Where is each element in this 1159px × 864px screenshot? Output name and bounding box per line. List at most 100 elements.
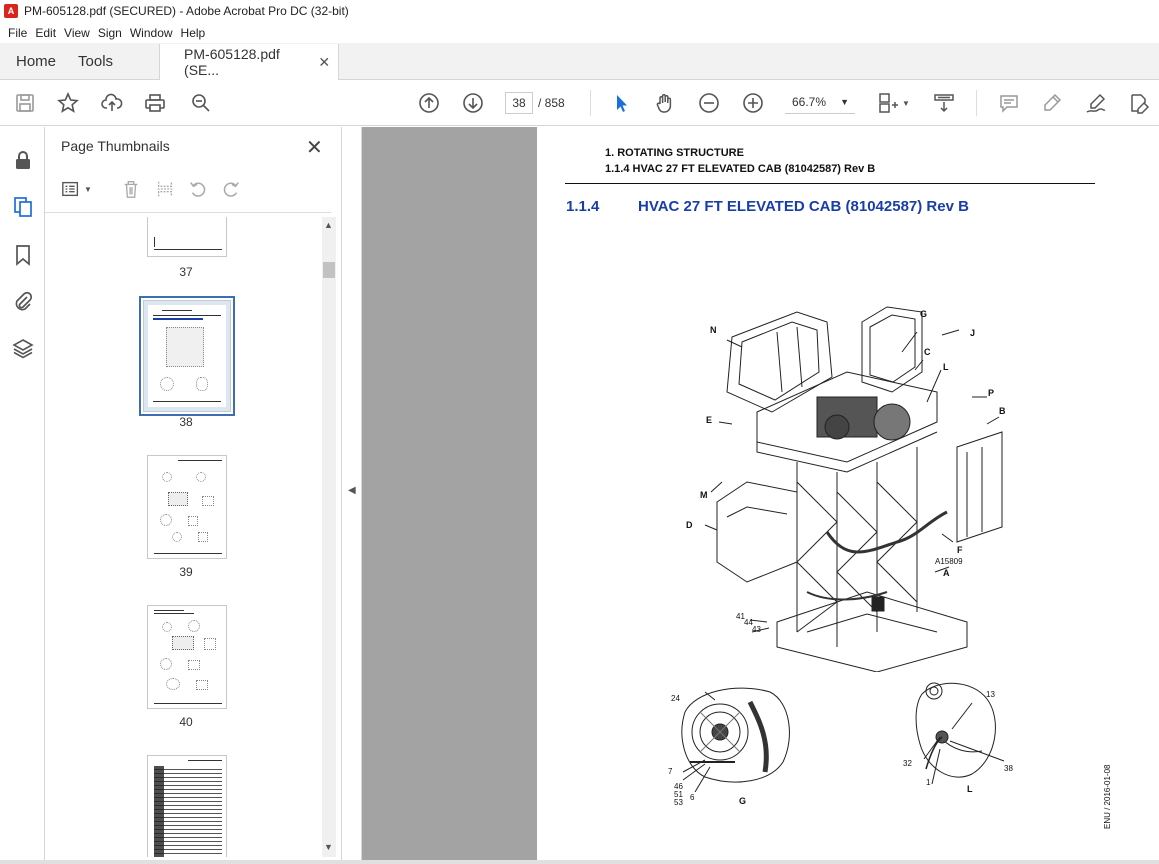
panel-title: Page Thumbnails bbox=[61, 138, 170, 154]
callout-7: 7 bbox=[668, 767, 673, 776]
callout-13: 13 bbox=[986, 690, 995, 699]
page-total: / 858 bbox=[538, 96, 565, 110]
menu-window[interactable]: Window bbox=[130, 26, 173, 40]
status-strip bbox=[0, 860, 1159, 864]
callout-C: C bbox=[924, 347, 931, 357]
page-number-input[interactable]: 38 bbox=[505, 92, 533, 114]
header-rule bbox=[565, 183, 1095, 184]
callout-A: A bbox=[943, 568, 950, 578]
toolbar-divider bbox=[976, 90, 977, 116]
save-icon[interactable] bbox=[13, 91, 37, 115]
thumbnail-label: 38 bbox=[179, 415, 193, 429]
callout-32: 32 bbox=[903, 759, 912, 768]
rotate-left-icon[interactable] bbox=[186, 177, 210, 201]
close-panel-icon[interactable]: ✕ bbox=[306, 135, 323, 160]
document-date-note: ENU / 2016-01-08 bbox=[1103, 764, 1112, 829]
zoom-level-select[interactable]: 66.7% ▼ bbox=[785, 92, 855, 114]
next-page-icon[interactable] bbox=[461, 91, 485, 115]
chevron-down-icon[interactable]: ▼ bbox=[900, 91, 912, 115]
sign-pen-icon[interactable] bbox=[1084, 91, 1108, 115]
chevron-down-icon: ▼ bbox=[840, 97, 849, 107]
thumbnail-page-38[interactable] bbox=[139, 296, 235, 416]
comment-icon[interactable] bbox=[997, 91, 1021, 115]
bookmark-icon[interactable] bbox=[11, 243, 35, 267]
callout-6: 6 bbox=[690, 793, 695, 802]
pdf-page: 1. ROTATING STRUCTURE 1.1.4 HVAC 27 FT E… bbox=[537, 127, 1159, 860]
page-thumbnails-icon[interactable] bbox=[11, 195, 35, 219]
thumbnail-page-41[interactable] bbox=[147, 755, 227, 857]
thumbnail-label: 39 bbox=[179, 565, 193, 579]
thumbnail-label: 40 bbox=[179, 715, 193, 729]
chevron-down-icon[interactable]: ▼ bbox=[83, 177, 93, 201]
rotate-right-icon[interactable] bbox=[219, 177, 243, 201]
running-header-section: 1.1.4 HVAC 27 FT ELEVATED CAB (81042587)… bbox=[605, 163, 876, 175]
thumbnail-label: 37 bbox=[179, 265, 193, 279]
thumbnail-page-39[interactable] bbox=[147, 455, 227, 559]
detail-g-drawing bbox=[681, 687, 790, 792]
menu-help[interactable]: Help bbox=[181, 26, 206, 40]
options-menu-icon[interactable] bbox=[59, 177, 83, 201]
zoom-search-icon[interactable] bbox=[189, 91, 213, 115]
callout-B: B bbox=[999, 406, 1006, 416]
tab-bar: Home Tools PM-605128.pdf (SE... ✕ bbox=[0, 43, 1159, 80]
menu-edit[interactable]: Edit bbox=[35, 26, 56, 40]
callout-M: M bbox=[700, 490, 708, 500]
collapse-left-icon[interactable]: ◀ bbox=[348, 485, 356, 496]
menu-bar: File Edit View Sign Window Help bbox=[0, 22, 1159, 43]
callout-E: E bbox=[706, 415, 713, 425]
tab-document-label: PM-605128.pdf (SE... bbox=[184, 46, 280, 78]
acrobat-logo-icon: A bbox=[4, 4, 18, 18]
thumbnail-page-37[interactable] bbox=[147, 217, 227, 257]
hand-tool-icon[interactable] bbox=[653, 91, 677, 115]
scrollbar-thumb[interactable] bbox=[323, 262, 335, 278]
edit-pdf-icon[interactable] bbox=[1127, 91, 1151, 115]
thumbnail-toolbar: ▼ bbox=[59, 177, 339, 203]
scroll-up-icon[interactable]: ▲ bbox=[324, 220, 333, 230]
callout-53: 53 bbox=[674, 798, 683, 807]
callout-43: 43 bbox=[752, 625, 761, 634]
callout-P: P bbox=[988, 388, 995, 398]
callout-F: F bbox=[957, 545, 963, 555]
thumbnail-scrollbar[interactable]: ▲ ▼ bbox=[322, 217, 336, 857]
detail-l-label: L bbox=[967, 784, 973, 794]
tab-tools[interactable]: Tools bbox=[64, 43, 121, 79]
delete-page-icon[interactable] bbox=[119, 177, 143, 201]
tab-document[interactable]: PM-605128.pdf (SE... ✕ bbox=[159, 44, 340, 80]
attachment-icon[interactable] bbox=[11, 289, 35, 313]
callout-24: 24 bbox=[671, 694, 680, 703]
section-number: 1.1.4 bbox=[566, 198, 600, 215]
collapse-panel-handle[interactable]: ◀ bbox=[342, 127, 362, 864]
window-title: PM-605128.pdf (SECURED) - Adobe Acrobat … bbox=[24, 4, 349, 18]
toolbar-divider bbox=[590, 90, 591, 116]
running-header-chapter: 1. ROTATING STRUCTURE bbox=[605, 147, 744, 159]
title-bar: A PM-605128.pdf (SECURED) - Adobe Acroba… bbox=[0, 0, 1159, 22]
panel-divider bbox=[45, 212, 331, 213]
upload-cloud-icon[interactable] bbox=[100, 91, 124, 115]
section-title: HVAC 27 FT ELEVATED CAB (81042587) Rev B bbox=[638, 198, 969, 215]
callout-1: 1 bbox=[926, 778, 931, 787]
scroll-down-icon[interactable]: ▼ bbox=[324, 842, 333, 852]
scroll-mode-icon[interactable] bbox=[932, 91, 956, 115]
select-cursor-icon[interactable] bbox=[609, 91, 633, 115]
drawing-reference: A15809 bbox=[935, 557, 963, 566]
extract-page-icon[interactable] bbox=[153, 177, 177, 201]
lock-icon[interactable] bbox=[11, 148, 35, 172]
menu-sign[interactable]: Sign bbox=[98, 26, 122, 40]
highlight-pen-icon[interactable] bbox=[1040, 91, 1064, 115]
menu-file[interactable]: File bbox=[8, 26, 27, 40]
thumbnail-page-40[interactable] bbox=[147, 605, 227, 709]
zoom-in-icon[interactable] bbox=[741, 91, 765, 115]
page-fit-icon[interactable] bbox=[876, 91, 900, 115]
menu-view[interactable]: View bbox=[64, 26, 90, 40]
callout-38: 38 bbox=[1004, 764, 1013, 773]
callout-D: D bbox=[686, 520, 693, 530]
layers-icon[interactable] bbox=[11, 336, 35, 360]
star-icon[interactable] bbox=[56, 91, 80, 115]
tab-home[interactable]: Home bbox=[0, 43, 64, 79]
callout-G: G bbox=[920, 309, 928, 319]
print-icon[interactable] bbox=[143, 91, 167, 115]
zoom-level-value: 66.7% bbox=[792, 95, 827, 109]
close-tab-icon[interactable]: ✕ bbox=[318, 54, 330, 71]
zoom-out-icon[interactable] bbox=[697, 91, 721, 115]
previous-page-icon[interactable] bbox=[417, 91, 441, 115]
